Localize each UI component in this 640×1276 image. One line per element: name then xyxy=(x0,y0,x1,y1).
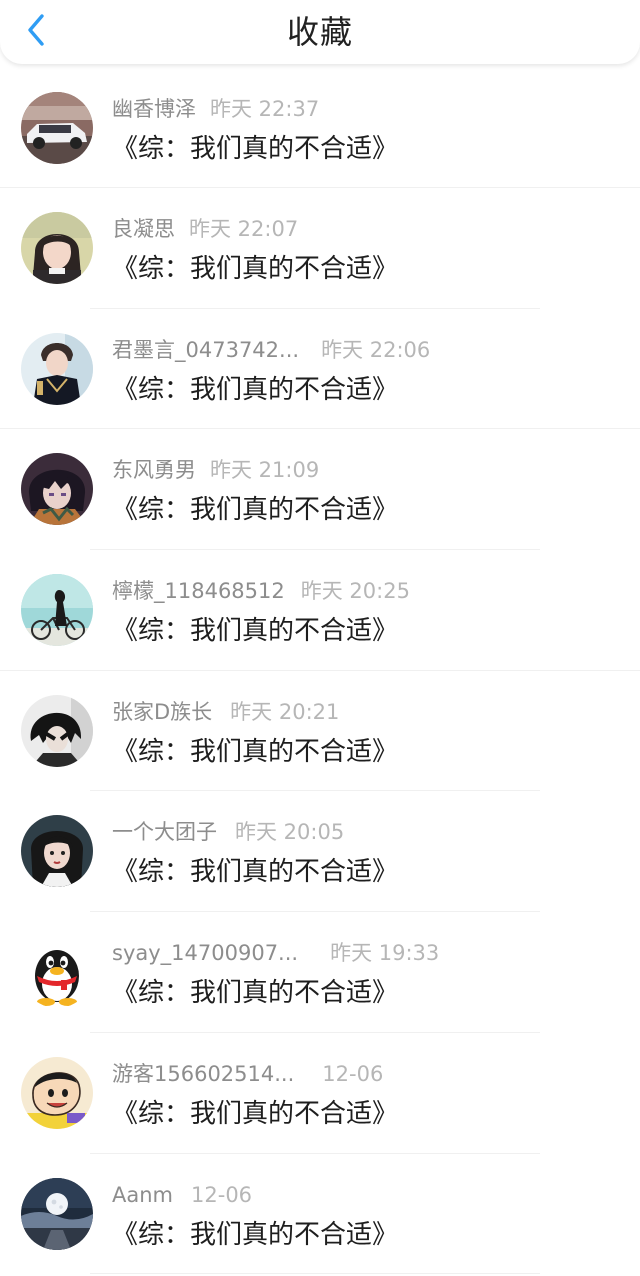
list-item[interactable]: 一个大团子 昨天 20:05 《综：我们真的不合适》 xyxy=(0,791,640,913)
list-item[interactable]: Aanm 12-06 《综：我们真的不合适》 xyxy=(0,1154,640,1275)
item-meta: Aanm 12-06 xyxy=(112,1180,252,1210)
illustrated-woman-image xyxy=(21,815,93,888)
timestamp: 昨天 22:37 xyxy=(210,97,320,121)
book-title[interactable]: 《综：我们真的不合适》 xyxy=(112,252,398,286)
top-bar: 收藏 xyxy=(0,0,640,64)
user-name[interactable]: 一个大团子 xyxy=(112,820,217,844)
qq-penguin-image xyxy=(21,936,93,1009)
uniform-portrait-image xyxy=(21,332,93,405)
divider xyxy=(90,1273,540,1275)
timestamp: 昨天 22:07 xyxy=(189,217,299,241)
anime-boy-image xyxy=(21,453,93,526)
item-meta: 君墨言_0473742... 昨天 22:06 xyxy=(112,335,430,365)
book-title[interactable]: 《综：我们真的不合适》 xyxy=(112,373,398,407)
list-item[interactable]: 幽香博泽 昨天 22:37 《综：我们真的不合适》 xyxy=(0,68,640,188)
item-meta: syay_14700907... 昨天 19:33 xyxy=(112,938,439,968)
timestamp: 昨天 21:09 xyxy=(210,458,320,483)
book-title[interactable]: 《综：我们真的不合适》 xyxy=(112,614,398,648)
girl-photo-image xyxy=(21,212,93,284)
list-item[interactable]: 檸檬_118468512 昨天 20:25 《综：我们真的不合适》 xyxy=(0,550,640,671)
page-title: 收藏 xyxy=(286,13,353,51)
car-photo-image xyxy=(21,92,93,164)
item-meta: 游客156602514... 12-06 xyxy=(112,1059,383,1089)
book-title[interactable]: 《综：我们真的不合适》 xyxy=(112,976,398,1010)
favorites-screen: 收藏 幽香博泽 昨天 22:37 《综：我们真的不合适》 良凝思 昨天 22:0… xyxy=(0,0,640,1276)
book-title[interactable]: 《综：我们真的不合适》 xyxy=(112,1218,398,1252)
item-meta: 檸檬_118468512 昨天 20:25 xyxy=(112,576,410,606)
book-title[interactable]: 《综：我们真的不合适》 xyxy=(112,735,398,769)
dark-hair-boy-image xyxy=(21,694,93,767)
book-title[interactable]: 《综：我们真的不合适》 xyxy=(112,1097,398,1131)
item-meta: 张家D族长 昨天 20:21 xyxy=(112,697,339,727)
list-item[interactable]: 东风勇男 昨天 21:09 《综：我们真的不合适》 xyxy=(0,429,640,551)
avatar[interactable] xyxy=(21,694,93,767)
timestamp: 昨天 20:25 xyxy=(300,579,410,604)
item-meta: 良凝思 昨天 22:07 xyxy=(112,214,298,244)
book-title[interactable]: 《综：我们真的不合适》 xyxy=(112,493,398,527)
timestamp: 昨天 20:21 xyxy=(230,699,340,724)
avatar[interactable] xyxy=(21,574,93,647)
timestamp: 昨天 20:05 xyxy=(235,820,345,845)
avatar[interactable] xyxy=(21,453,93,526)
list-item[interactable]: 张家D族长 昨天 20:21 《综：我们真的不合适》 xyxy=(0,671,640,792)
user-name[interactable]: 游客156602514... xyxy=(112,1062,294,1086)
avatar[interactable] xyxy=(21,815,93,888)
list-item[interactable]: 君墨言_0473742... 昨天 22:06 《综：我们真的不合适》 xyxy=(0,309,640,430)
user-name[interactable]: Aanm xyxy=(112,1183,173,1207)
crayon-kid-image xyxy=(21,1056,93,1129)
user-name[interactable]: 檸檬_118468512 xyxy=(112,579,285,603)
user-name[interactable]: syay_14700907... xyxy=(112,941,298,965)
avatar[interactable] xyxy=(21,332,93,405)
bicycle-girl-image xyxy=(21,574,93,647)
item-meta: 东风勇男 昨天 21:09 xyxy=(112,455,319,485)
avatar[interactable] xyxy=(21,936,93,1009)
item-meta: 幽香博泽 昨天 22:37 xyxy=(112,94,319,124)
avatar[interactable] xyxy=(21,92,93,164)
timestamp: 昨天 19:33 xyxy=(330,941,440,966)
moon-night-image xyxy=(21,1177,93,1250)
user-name[interactable]: 君墨言_0473742... xyxy=(112,338,299,362)
user-name[interactable]: 良凝思 xyxy=(112,217,175,241)
timestamp: 昨天 22:06 xyxy=(321,337,431,362)
user-name[interactable]: 东风勇男 xyxy=(112,458,196,482)
book-title[interactable]: 《综：我们真的不合适》 xyxy=(112,855,398,889)
avatar[interactable] xyxy=(21,1056,93,1129)
avatar[interactable] xyxy=(21,212,93,284)
book-title[interactable]: 《综：我们真的不合适》 xyxy=(112,132,398,166)
list-item[interactable]: 游客156602514... 12-06 《综：我们真的不合适》 xyxy=(0,1033,640,1154)
list-item[interactable]: 良凝思 昨天 22:07 《综：我们真的不合适》 xyxy=(0,188,640,309)
list-item[interactable]: syay_14700907... 昨天 19:33 《综：我们真的不合适》 xyxy=(0,912,640,1033)
timestamp: 12-06 xyxy=(322,1061,384,1086)
timestamp: 12-06 xyxy=(191,1182,253,1207)
favorites-list: 幽香博泽 昨天 22:37 《综：我们真的不合适》 良凝思 昨天 22:07 《… xyxy=(0,68,640,1275)
avatar[interactable] xyxy=(21,1177,93,1250)
user-name[interactable]: 张家D族长 xyxy=(112,700,212,724)
user-name[interactable]: 幽香博泽 xyxy=(112,97,196,121)
item-meta: 一个大团子 昨天 20:05 xyxy=(112,817,344,847)
